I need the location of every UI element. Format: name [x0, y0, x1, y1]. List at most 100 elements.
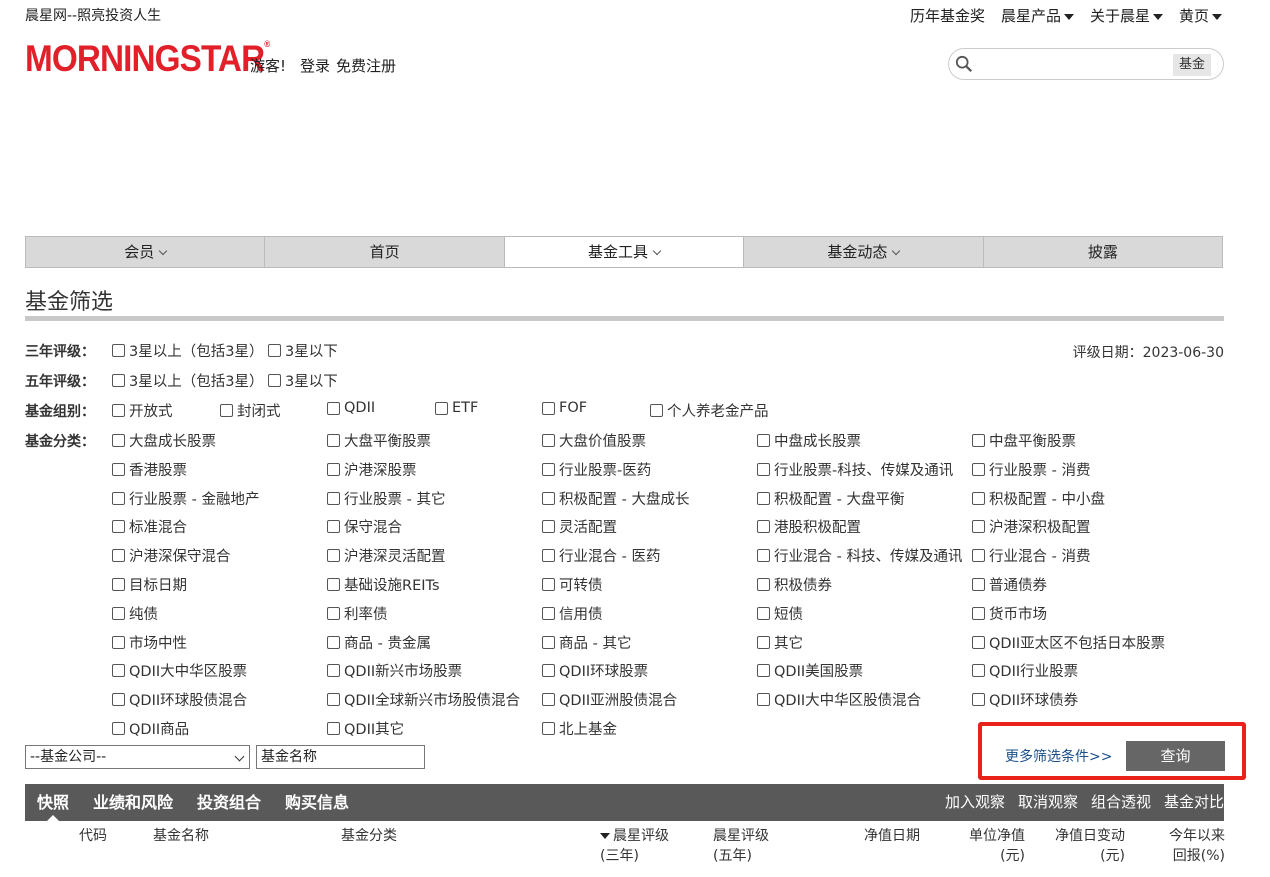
checkbox[interactable]: [542, 664, 555, 678]
checkbox[interactable]: [542, 491, 555, 505]
tab-disclosure[interactable]: 披露: [984, 237, 1222, 267]
filter-category-option[interactable]: 市场中性: [112, 632, 187, 653]
more-filters-link[interactable]: 更多筛选条件>>: [1005, 746, 1112, 766]
checkbox[interactable]: [112, 664, 125, 678]
filter-3y-below-3star[interactable]: 3星以下: [268, 340, 338, 361]
checkbox[interactable]: [650, 404, 663, 417]
column-ytd-return[interactable]: 今年以来 回报(%): [1150, 826, 1225, 866]
filter-category-option[interactable]: 纯债: [112, 603, 158, 624]
checkbox[interactable]: [972, 520, 985, 534]
filter-category-option[interactable]: QDII新兴市场股票: [327, 660, 462, 681]
checkbox[interactable]: [757, 491, 770, 505]
fund-name-input[interactable]: 基金名称: [256, 745, 425, 769]
filter-category-option[interactable]: 积极配置 - 中小盘: [972, 488, 1105, 509]
checkbox[interactable]: [972, 434, 985, 447]
checkbox[interactable]: [112, 404, 125, 417]
filter-category-option[interactable]: QDII大中华区股票: [112, 660, 247, 681]
filter-category-option[interactable]: 中盘平衡股票: [972, 430, 1076, 451]
checkbox[interactable]: [542, 606, 555, 620]
checkbox[interactable]: [112, 520, 125, 534]
checkbox[interactable]: [757, 693, 770, 707]
checkbox[interactable]: [220, 404, 233, 417]
checkbox[interactable]: [327, 664, 340, 678]
filter-category-option[interactable]: QDII环球股票: [542, 660, 648, 681]
checkbox[interactable]: [972, 578, 985, 591]
filter-category-option[interactable]: 行业股票-医药: [542, 459, 651, 480]
checkbox[interactable]: [757, 606, 770, 620]
filter-category-option[interactable]: 沪港深灵活配置: [327, 545, 446, 566]
checkbox[interactable]: [972, 664, 985, 678]
fund-company-select[interactable]: --基金公司--: [25, 745, 250, 769]
search-input[interactable]: [981, 54, 1116, 74]
checkbox[interactable]: [327, 549, 340, 563]
checkbox[interactable]: [112, 462, 125, 476]
filter-category-option[interactable]: 行业混合 - 科技、传媒及通讯: [757, 545, 962, 566]
column-nav-date[interactable]: 净值日期: [864, 826, 920, 846]
checkbox[interactable]: [542, 401, 555, 415]
filter-5y-below-3star[interactable]: 3星以下: [268, 370, 338, 391]
checkbox[interactable]: [112, 606, 125, 620]
filter-category-option[interactable]: 商品 - 其它: [542, 632, 631, 653]
checkbox[interactable]: [972, 491, 985, 505]
filter-category-option[interactable]: 目标日期: [112, 574, 187, 595]
filter-category-option[interactable]: 信用债: [542, 603, 603, 624]
checkbox[interactable]: [268, 344, 281, 357]
checkbox[interactable]: [757, 578, 770, 591]
filter-category-option[interactable]: 行业股票-科技、传媒及通讯: [757, 459, 953, 480]
tab-members[interactable]: 会员: [26, 237, 266, 267]
checkbox[interactable]: [327, 491, 340, 505]
checkbox[interactable]: [542, 578, 555, 591]
filter-category-option[interactable]: 标准混合: [112, 516, 187, 537]
checkbox[interactable]: [542, 722, 555, 735]
checkbox[interactable]: [435, 401, 448, 415]
filter-5y-above-3star[interactable]: 3星以上（包括3星）: [112, 370, 263, 391]
top-nav-yellow-pages[interactable]: 黄页: [1179, 5, 1222, 26]
checkbox[interactable]: [972, 635, 985, 649]
filter-3y-above-3star[interactable]: 3星以上（包括3星）: [112, 340, 263, 361]
column-category[interactable]: 基金分类: [341, 826, 397, 846]
filter-category-option[interactable]: 行业股票 - 消费: [972, 459, 1090, 480]
tab-fund-tools[interactable]: 基金工具: [504, 237, 745, 267]
filter-category-option[interactable]: 利率债: [327, 603, 388, 624]
checkbox[interactable]: [542, 549, 555, 563]
checkbox[interactable]: [112, 722, 125, 735]
checkbox[interactable]: [327, 635, 340, 649]
checkbox[interactable]: [972, 606, 985, 620]
checkbox[interactable]: [757, 520, 770, 534]
filter-category-option[interactable]: 行业股票 - 其它: [327, 488, 445, 509]
tab-performance-risk[interactable]: 业绩和风险: [81, 784, 185, 821]
column-code[interactable]: 代码: [79, 826, 107, 846]
checkbox[interactable]: [757, 434, 770, 447]
filter-category-option[interactable]: 港股积极配置: [757, 516, 861, 537]
top-nav-awards[interactable]: 历年基金奖: [910, 5, 985, 26]
tab-home[interactable]: 首页: [265, 237, 505, 267]
search-type-button[interactable]: 基金: [1173, 54, 1211, 76]
portfolio-xray-button[interactable]: 组合透视: [1091, 784, 1151, 821]
checkbox[interactable]: [112, 635, 125, 649]
checkbox[interactable]: [757, 664, 770, 678]
checkbox[interactable]: [112, 344, 125, 357]
query-button[interactable]: 查询: [1126, 741, 1225, 771]
filter-category-option[interactable]: QDII行业股票: [972, 660, 1078, 681]
column-daily-change[interactable]: 净值日变动 (元): [1040, 826, 1125, 866]
checkbox[interactable]: [327, 693, 340, 707]
filter-category-option[interactable]: QDII亚太区不包括日本股票: [972, 632, 1165, 653]
register-link[interactable]: 免费注册: [336, 55, 396, 76]
checkbox[interactable]: [327, 578, 340, 591]
filter-category-option[interactable]: 保守混合: [327, 516, 402, 537]
filter-category-option[interactable]: QDII全球新兴市场股债混合: [327, 689, 520, 710]
tab-purchase-info[interactable]: 购买信息: [273, 784, 361, 821]
filter-category-option[interactable]: 货币市场: [972, 603, 1047, 624]
checkbox[interactable]: [542, 693, 555, 707]
column-nav[interactable]: 单位净值 (元): [955, 826, 1025, 866]
filter-category-option[interactable]: QDII美国股票: [757, 660, 863, 681]
checkbox[interactable]: [972, 549, 985, 563]
filter-category-option[interactable]: 北上基金: [542, 718, 617, 739]
morningstar-logo[interactable]: MORNINGSTAR®: [25, 40, 270, 78]
checkbox[interactable]: [327, 462, 340, 476]
checkbox[interactable]: [972, 693, 985, 707]
filter-group-option[interactable]: 个人养老金产品: [650, 400, 769, 421]
filter-category-option[interactable]: QDII商品: [112, 718, 189, 739]
fund-compare-button[interactable]: 基金对比: [1164, 784, 1224, 821]
checkbox[interactable]: [268, 374, 281, 387]
